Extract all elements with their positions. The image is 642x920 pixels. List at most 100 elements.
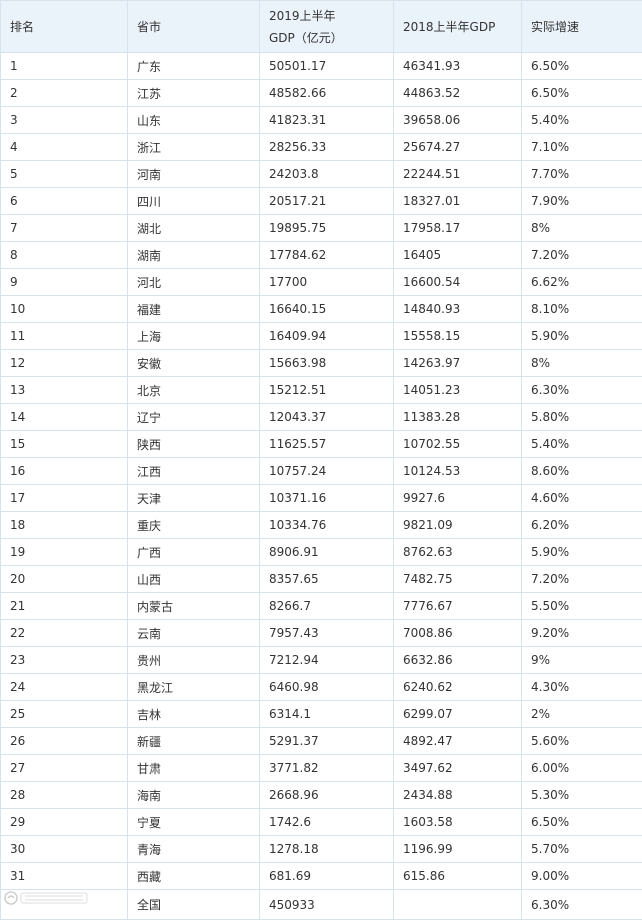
cell-growth: 7.20% (522, 242, 642, 269)
cell-gdp2018: 22244.51 (394, 161, 522, 188)
total-cell-gdp2018 (394, 890, 522, 920)
cell-gdp2019: 2668.96 (260, 782, 394, 809)
cell-gdp2018: 25674.27 (394, 134, 522, 161)
cell-rank: 16 (1, 458, 128, 485)
cell-province: 福建 (128, 296, 260, 323)
cell-growth: 5.40% (522, 107, 642, 134)
cell-gdp2019: 24203.8 (260, 161, 394, 188)
cell-province: 甘肃 (128, 755, 260, 782)
table-row: 31西藏681.69615.869.00% (1, 863, 642, 890)
total-row: 全国4509336.30% (1, 890, 642, 920)
table-row: 13北京15212.5114051.236.30% (1, 377, 642, 404)
table-row: 14辽宁12043.3711383.285.80% (1, 404, 642, 431)
cell-rank: 12 (1, 350, 128, 377)
table-row: 1广东50501.1746341.936.50% (1, 53, 642, 80)
header-gdp-2019-line2: GDP（亿元） (269, 31, 343, 45)
cell-province: 江西 (128, 458, 260, 485)
table-row: 18重庆10334.769821.096.20% (1, 512, 642, 539)
cell-growth: 2% (522, 701, 642, 728)
table-row: 8湖南17784.62164057.20% (1, 242, 642, 269)
cell-gdp2019: 5291.37 (260, 728, 394, 755)
cell-rank: 5 (1, 161, 128, 188)
cell-gdp2018: 2434.88 (394, 782, 522, 809)
cell-gdp2018: 14840.93 (394, 296, 522, 323)
cell-growth: 5.30% (522, 782, 642, 809)
cell-gdp2018: 1196.99 (394, 836, 522, 863)
table-row: 9河北1770016600.546.62% (1, 269, 642, 296)
header-rank: 排名 (1, 1, 128, 53)
header-gdp-2018: 2018上半年GDP (394, 1, 522, 53)
cell-growth: 5.70% (522, 836, 642, 863)
cell-rank: 1 (1, 53, 128, 80)
cell-gdp2018: 18327.01 (394, 188, 522, 215)
table-row: 17天津10371.169927.64.60% (1, 485, 642, 512)
cell-gdp2019: 7957.43 (260, 620, 394, 647)
cell-growth: 5.60% (522, 728, 642, 755)
cell-province: 内蒙古 (128, 593, 260, 620)
cell-gdp2019: 6460.98 (260, 674, 394, 701)
cell-province: 山西 (128, 566, 260, 593)
cell-rank: 28 (1, 782, 128, 809)
cell-gdp2018: 1603.58 (394, 809, 522, 836)
cell-gdp2019: 11625.57 (260, 431, 394, 458)
cell-rank: 30 (1, 836, 128, 863)
cell-province: 江苏 (128, 80, 260, 107)
cell-province: 广东 (128, 53, 260, 80)
cell-gdp2018: 11383.28 (394, 404, 522, 431)
cell-rank: 22 (1, 620, 128, 647)
cell-gdp2018: 4892.47 (394, 728, 522, 755)
cell-gdp2019: 7212.94 (260, 647, 394, 674)
cell-gdp2018: 10702.55 (394, 431, 522, 458)
cell-growth: 7.10% (522, 134, 642, 161)
cell-rank: 13 (1, 377, 128, 404)
cell-rank: 27 (1, 755, 128, 782)
cell-growth: 8.60% (522, 458, 642, 485)
table-row: 16江西10757.2410124.538.60% (1, 458, 642, 485)
cell-gdp2019: 1742.6 (260, 809, 394, 836)
cell-gdp2019: 10334.76 (260, 512, 394, 539)
cell-growth: 6.50% (522, 80, 642, 107)
cell-growth: 4.60% (522, 485, 642, 512)
table-row: 10福建16640.1514840.938.10% (1, 296, 642, 323)
cell-rank: 11 (1, 323, 128, 350)
cell-growth: 7.90% (522, 188, 642, 215)
cell-gdp2018: 15558.15 (394, 323, 522, 350)
table-body: 1广东50501.1746341.936.50%2江苏48582.6644863… (1, 53, 642, 920)
cell-growth: 9.20% (522, 620, 642, 647)
cell-gdp2018: 7008.86 (394, 620, 522, 647)
cell-rank: 4 (1, 134, 128, 161)
cell-growth: 6.50% (522, 809, 642, 836)
cell-province: 安徽 (128, 350, 260, 377)
cell-growth: 6.20% (522, 512, 642, 539)
cell-growth: 5.90% (522, 539, 642, 566)
cell-rank: 25 (1, 701, 128, 728)
cell-rank: 7 (1, 215, 128, 242)
cell-gdp2019: 16640.15 (260, 296, 394, 323)
cell-province: 广西 (128, 539, 260, 566)
cell-gdp2019: 28256.33 (260, 134, 394, 161)
cell-gdp2018: 10124.53 (394, 458, 522, 485)
cell-province: 吉林 (128, 701, 260, 728)
table-row: 30青海1278.181196.995.70% (1, 836, 642, 863)
cell-growth: 5.50% (522, 593, 642, 620)
cell-rank: 21 (1, 593, 128, 620)
cell-province: 黑龙江 (128, 674, 260, 701)
cell-province: 四川 (128, 188, 260, 215)
cell-gdp2018: 7482.75 (394, 566, 522, 593)
table-row: 27甘肃3771.823497.626.00% (1, 755, 642, 782)
cell-rank: 20 (1, 566, 128, 593)
cell-gdp2019: 1278.18 (260, 836, 394, 863)
table-row: 5河南24203.822244.517.70% (1, 161, 642, 188)
cell-rank: 14 (1, 404, 128, 431)
cell-gdp2019: 10757.24 (260, 458, 394, 485)
cell-gdp2019: 8357.65 (260, 566, 394, 593)
cell-gdp2019: 15212.51 (260, 377, 394, 404)
gdp-ranking-table: 排名 省市 2019上半年GDP（亿元） 2018上半年GDP 实际增速 1广东… (0, 0, 642, 920)
cell-province: 北京 (128, 377, 260, 404)
table-row: 6四川20517.2118327.017.90% (1, 188, 642, 215)
cell-rank: 26 (1, 728, 128, 755)
cell-province: 云南 (128, 620, 260, 647)
cell-gdp2018: 17958.17 (394, 215, 522, 242)
cell-gdp2018: 6240.62 (394, 674, 522, 701)
cell-gdp2019: 3771.82 (260, 755, 394, 782)
